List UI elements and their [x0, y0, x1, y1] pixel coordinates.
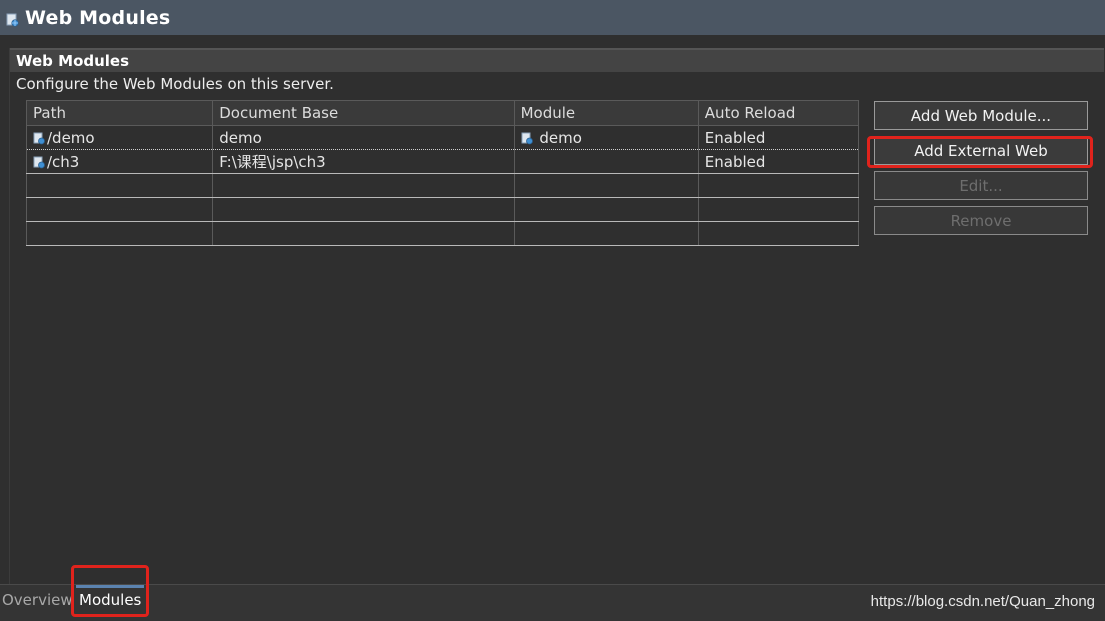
module-text: demo — [539, 128, 582, 147]
remove-button[interactable]: Remove — [874, 206, 1088, 235]
column-header-path[interactable]: Path — [26, 100, 214, 126]
web-module-icon — [33, 132, 45, 144]
path-cell: /demo — [26, 125, 214, 150]
table-row[interactable]: /demo demo demo Enabled — [26, 125, 860, 150]
web-module-icon — [6, 13, 19, 27]
editor-title-bar: Web Modules — [0, 0, 1105, 35]
table-row[interactable]: /ch3 F:\课程\jsp\ch3 Enabled — [26, 149, 860, 174]
document-base-cell: F:\课程\jsp\ch3 — [212, 149, 515, 174]
module-cell: demo — [514, 125, 699, 150]
tab-overview[interactable]: Overview — [2, 591, 73, 609]
path-cell: /ch3 — [26, 149, 214, 174]
table-header-row: Path Document Base Module Auto Reload — [26, 100, 860, 126]
watermark-text: https://blog.csdn.net/Quan_zhong — [870, 593, 1095, 610]
column-header-module[interactable]: Module — [514, 100, 699, 126]
auto-reload-cell: Enabled — [698, 125, 860, 150]
section-description: Configure the Web Modules on this server… — [16, 75, 334, 93]
edit-button[interactable]: Edit... — [874, 171, 1088, 200]
web-module-icon — [521, 132, 533, 144]
add-web-module-button[interactable]: Add Web Module... — [874, 101, 1088, 130]
module-cell — [514, 149, 699, 174]
empty-table-row — [26, 173, 860, 198]
editor-tab-bar: Overview Modules https://blog.csdn.net/Q… — [0, 584, 1105, 621]
document-base-cell: demo — [212, 125, 515, 150]
highlight-box — [71, 565, 149, 617]
empty-table-row — [26, 221, 860, 246]
empty-table-row — [26, 197, 860, 222]
web-module-icon — [33, 156, 45, 168]
page-title: Web Modules — [25, 6, 171, 29]
section-title: Web Modules — [16, 52, 130, 70]
highlight-box — [867, 136, 1093, 168]
path-text: /ch3 — [47, 152, 80, 171]
section-header[interactable]: Web Modules — [10, 48, 1104, 72]
path-text: /demo — [47, 128, 95, 147]
column-header-document-base[interactable]: Document Base — [212, 100, 515, 126]
auto-reload-cell: Enabled — [698, 149, 860, 174]
web-modules-table[interactable]: Path Document Base Module Auto Reload /d… — [26, 100, 860, 246]
web-modules-section: Web Modules Configure the Web Modules on… — [9, 48, 1104, 584]
column-header-auto-reload[interactable]: Auto Reload — [698, 100, 860, 126]
